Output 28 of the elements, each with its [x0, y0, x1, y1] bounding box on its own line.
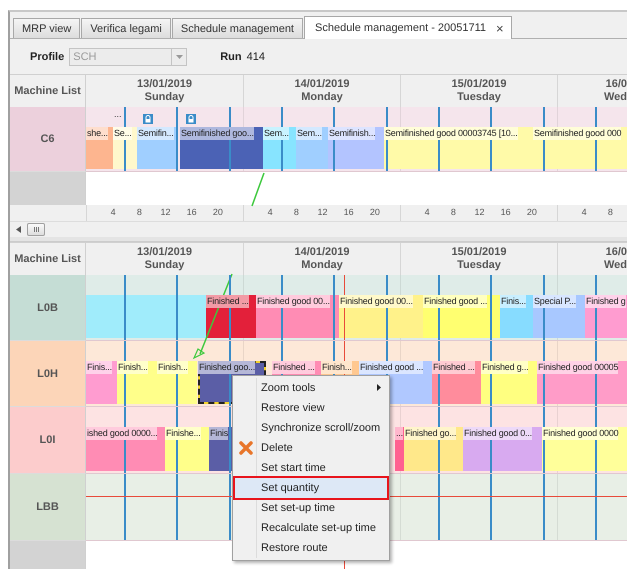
hour-tick-label: 8: [450, 207, 456, 217]
hour-tick-label: 12: [160, 207, 170, 217]
hour-tick-label: 4: [424, 207, 430, 217]
hour-tick-label: 8: [294, 207, 299, 217]
hour-tick-label: 20: [526, 207, 537, 217]
hour-tick-label: 4: [582, 207, 587, 217]
day-header: 13/01/2019 Sunday: [136, 77, 194, 105]
hour-tick-label: 4: [110, 207, 116, 217]
machine-name: L0I: [10, 407, 86, 474]
day-header: 13/01/2019 Sunday: [136, 245, 194, 273]
hour-tick-label: 12: [474, 207, 484, 217]
machine-name: L0B: [10, 275, 86, 341]
task-note: ...: [114, 109, 122, 119]
hour-tick-label: 8: [136, 207, 142, 217]
hour-tick-label: 8: [608, 207, 613, 217]
profile-label: Profile: [30, 50, 64, 62]
hour-tick-label: 20: [212, 207, 223, 217]
hour-tick-label: 16: [186, 207, 197, 217]
hour-tick-label: 16: [500, 207, 511, 217]
hour-tick-label: 16: [344, 207, 354, 217]
run-value: 414: [246, 50, 265, 62]
hour-tick-label: 12: [318, 207, 328, 217]
hour-tick-label: 20: [370, 207, 380, 217]
hour-tick-label: 4: [268, 207, 273, 217]
run-label: Run: [220, 50, 242, 62]
machine-name: L0H: [10, 341, 86, 407]
machine-name: LBB: [10, 474, 86, 541]
machine-name: C6: [10, 107, 86, 172]
